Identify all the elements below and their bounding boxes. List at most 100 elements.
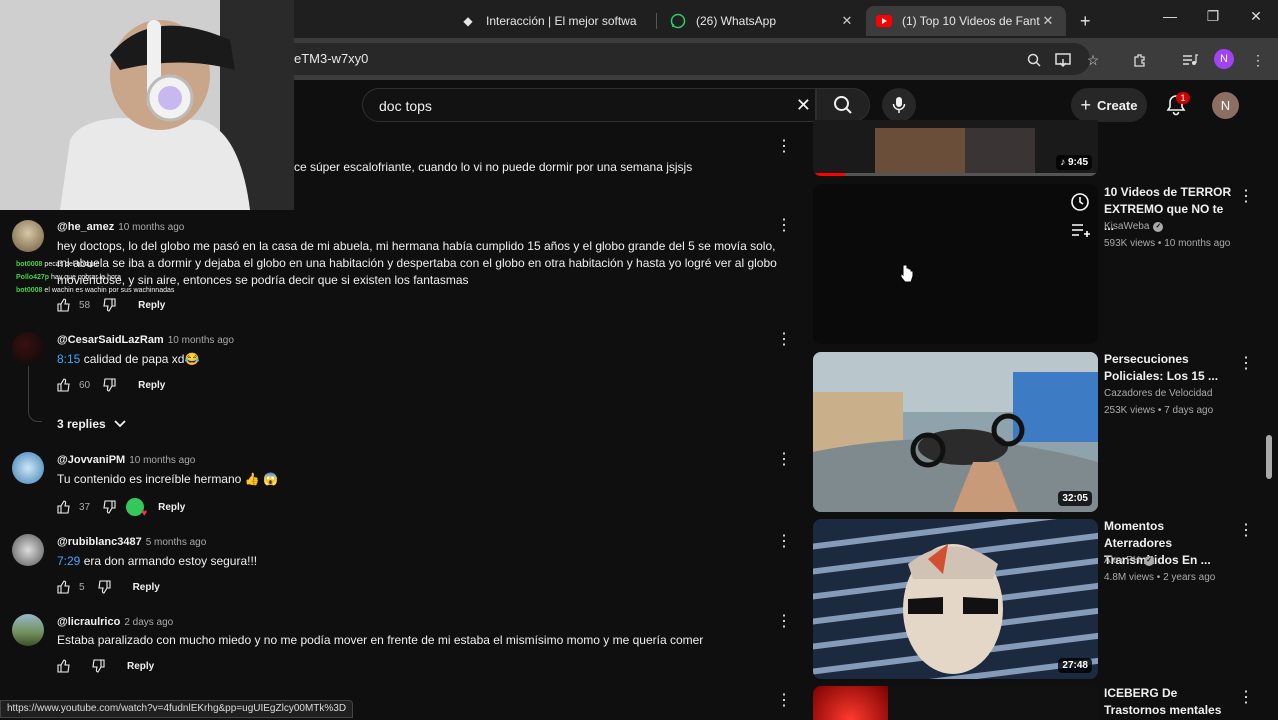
comment-menu-icon[interactable]: ⋮ (776, 218, 792, 234)
comment-menu-icon[interactable]: ⋮ (776, 534, 792, 550)
channel-name[interactable]: KisaWeba ✓ (1104, 221, 1164, 232)
video-thumbnail[interactable]: ♪ 9:45 (813, 120, 1098, 176)
reply-button[interactable]: Reply (138, 380, 165, 391)
thumbs-up-icon[interactable] (57, 500, 71, 514)
search-icon (834, 96, 852, 114)
voice-search-button[interactable] (882, 88, 916, 122)
create-button[interactable]: + Create (1071, 88, 1147, 122)
timestamp-link[interactable]: 8:15 (57, 352, 80, 366)
chevron-down-icon (114, 420, 126, 428)
video-menu-icon[interactable]: ⋮ (1238, 687, 1254, 707)
avatar[interactable] (12, 614, 44, 646)
comment-menu-icon[interactable]: ⋮ (776, 614, 792, 630)
new-tab-button[interactable]: + (1070, 6, 1100, 36)
address-bar[interactable]: eTM3-w7xy0 (240, 43, 1090, 75)
comment-actions: 60 Reply (57, 378, 165, 392)
video-duration: 32:05 (1058, 491, 1092, 506)
thumbs-down-icon[interactable] (102, 378, 116, 392)
add-to-queue-icon[interactable] (1070, 222, 1090, 240)
video-thumbnail[interactable]: 32:05 (813, 352, 1098, 512)
view-replies-button[interactable]: 3 replies (57, 417, 126, 431)
comment-author[interactable]: @rubiblanc3487 5 months ago (57, 536, 206, 548)
comment-author[interactable]: @JovvaniPM 10 months ago (57, 454, 195, 466)
comment-menu-icon[interactable]: ⋮ (776, 139, 792, 155)
close-icon[interactable]: ✕ (839, 13, 855, 29)
avatar[interactable] (12, 332, 44, 364)
avatar[interactable] (12, 534, 44, 566)
comment-text: ce súper escalofriante, cuando lo vi no … (294, 160, 693, 174)
cast-icon[interactable] (1053, 50, 1073, 70)
comment-text: 8:15 calidad de papa xd😂 (57, 352, 200, 366)
extensions-icon[interactable] (1130, 50, 1150, 70)
search-button[interactable] (816, 88, 870, 122)
video-thumbnail[interactable] (813, 184, 1098, 344)
watch-later-icon[interactable] (1070, 192, 1090, 212)
comment-item: @CesarSaidLazRam 10 months ago 8:15 calid… (0, 330, 800, 410)
bookmark-star-icon[interactable]: ☆ (1083, 50, 1103, 70)
comment-menu-icon[interactable]: ⋮ (776, 332, 792, 348)
thumbnail-image (813, 352, 1098, 512)
video-menu-icon[interactable]: ⋮ (1238, 520, 1254, 540)
thumbs-down-icon[interactable] (91, 659, 105, 673)
video-thumbnail[interactable] (813, 686, 1098, 720)
thumbs-up-icon[interactable] (57, 378, 71, 392)
search-input[interactable]: doc tops ✕ (362, 88, 816, 122)
thumbs-up-icon[interactable] (57, 298, 71, 312)
reply-button[interactable]: Reply (127, 661, 154, 672)
comment-item: @rubiblanc3487 5 months ago 7:29 era don … (0, 532, 800, 612)
channel-name[interactable]: Cazadores de Velocidad (1104, 388, 1212, 399)
thumbs-up-icon[interactable] (57, 580, 71, 594)
thumbs-down-icon[interactable] (102, 298, 116, 312)
page-scrollbar[interactable] (1266, 435, 1272, 479)
video-duration: 27:48 (1058, 658, 1092, 673)
thumbs-up-icon[interactable] (57, 659, 71, 673)
timestamp-link[interactable]: 7:29 (57, 554, 80, 568)
video-duration: ♪ 9:45 (1056, 155, 1092, 170)
close-icon[interactable]: ✕ (1040, 13, 1056, 29)
mouse-cursor-icon (900, 264, 914, 283)
thumbs-down-icon[interactable] (102, 500, 116, 514)
user-avatar[interactable]: N (1212, 92, 1239, 119)
whatsapp-icon (670, 13, 686, 29)
video-meta: 4.8M views • 2 years ago (1104, 572, 1216, 583)
reply-button[interactable]: Reply (158, 502, 185, 513)
tab-interaccion[interactable]: ◆ Interacción | El mejor softwa (450, 6, 655, 36)
video-title[interactable]: Persecuciones Policiales: Los 15 ... (1104, 351, 1234, 385)
video-meta: 253K views • 7 days ago (1104, 405, 1214, 416)
comment-menu-icon[interactable]: ⋮ (776, 452, 792, 468)
browser-menu-icon[interactable]: ⋮ (1248, 50, 1268, 70)
reply-button[interactable]: Reply (138, 300, 165, 311)
clear-search-icon[interactable]: ✕ (796, 95, 811, 116)
profile-avatar[interactable]: N (1214, 49, 1234, 69)
video-menu-icon[interactable]: ⋮ (1238, 186, 1254, 206)
media-control-icon[interactable] (1180, 50, 1200, 70)
comment-actions: Reply (57, 659, 154, 673)
comment-menu-icon[interactable]: ⋮ (776, 693, 792, 709)
video-menu-icon[interactable]: ⋮ (1238, 353, 1254, 373)
channel-name[interactable]: Alex PH ✓ (1104, 555, 1155, 566)
comment-author[interactable]: @CesarSaidLazRam 10 months ago (57, 334, 234, 346)
reply-button[interactable]: Reply (133, 582, 160, 593)
comment-author[interactable]: @licraulrico 2 days ago (57, 616, 173, 628)
avatar[interactable] (12, 220, 44, 252)
youtube-icon (876, 13, 892, 29)
video-title[interactable]: ICEBERG De Trastornos mentales reales qu… (1104, 685, 1234, 720)
notification-badge: 1 (1176, 92, 1190, 104)
restore-icon[interactable]: ❐ (1198, 8, 1228, 30)
comment-item: @licraulrico 2 days ago Estaba paralizado… (0, 612, 800, 692)
comment-text: Tu contenido es increíble hermano 👍 😱 (57, 472, 278, 486)
avatar[interactable] (12, 452, 44, 484)
music-note-icon: ♪ (1060, 157, 1066, 168)
creator-heart-icon: ♥ (126, 498, 147, 519)
comment-author[interactable]: @he_amez 10 months ago (57, 221, 184, 233)
video-thumbnail[interactable]: 27:48 (813, 519, 1098, 679)
tab-whatsapp[interactable]: (26) WhatsApp ✕ (660, 6, 865, 36)
progress-track (845, 173, 1098, 176)
minimize-icon[interactable]: — (1155, 8, 1185, 30)
comment-text: 7:29 era don armando estoy segura!!! (57, 554, 258, 568)
verified-icon: ✓ (1153, 221, 1164, 232)
window-close-icon[interactable]: ✕ (1241, 8, 1271, 30)
tab-youtube[interactable]: (1) Top 10 Videos de Fantas ✕ (866, 6, 1066, 36)
thumbs-down-icon[interactable] (97, 580, 111, 594)
zoom-icon[interactable] (1024, 50, 1044, 70)
